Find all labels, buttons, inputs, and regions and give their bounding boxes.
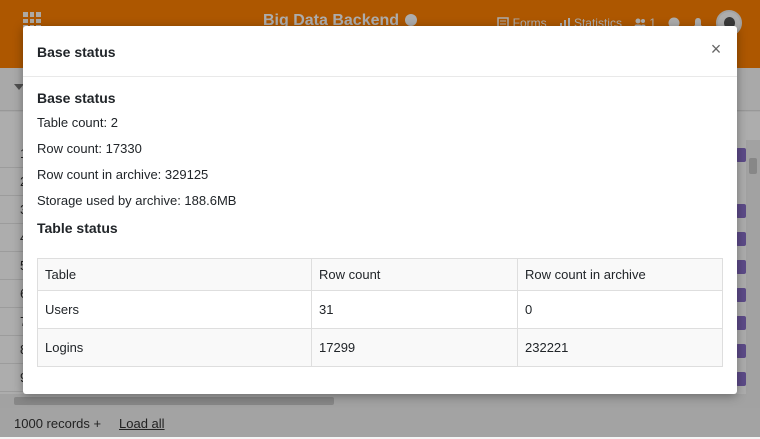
close-icon[interactable]: × <box>709 40 723 58</box>
table-count: Table count: 2 <box>37 115 118 130</box>
cell-row-count-archive: 0 <box>517 290 723 329</box>
table-status-table: Table Row count Row count in archive Use… <box>37 258 723 367</box>
table-header-row: Table Row count Row count in archive <box>37 258 723 291</box>
dialog-header: Base status × <box>23 26 737 77</box>
base-status-heading: Base status <box>37 90 116 106</box>
row-count-archive: Row count in archive: 329125 <box>37 167 209 182</box>
cell-row-count-archive: 232221 <box>517 328 723 367</box>
dialog-body: Base status Table count: 2 Row count: 17… <box>37 90 723 367</box>
column-header-row-count-archive: Row count in archive <box>517 258 723 291</box>
cell-table-name: Logins <box>37 328 312 367</box>
column-header-table: Table <box>37 258 312 291</box>
table-row: Users 31 0 <box>37 290 723 329</box>
dialog-title: Base status <box>37 44 116 60</box>
table-row: Logins 17299 232221 <box>37 328 723 367</box>
cell-row-count: 31 <box>311 290 518 329</box>
storage-used-archive: Storage used by archive: 188.6MB <box>37 193 237 208</box>
cell-table-name: Users <box>37 290 312 329</box>
row-count: Row count: 17330 <box>37 141 142 156</box>
cell-row-count: 17299 <box>311 328 518 367</box>
base-status-dialog: Base status × Base status Table count: 2… <box>23 26 737 394</box>
table-status-heading: Table status <box>37 220 118 236</box>
column-header-row-count: Row count <box>311 258 518 291</box>
